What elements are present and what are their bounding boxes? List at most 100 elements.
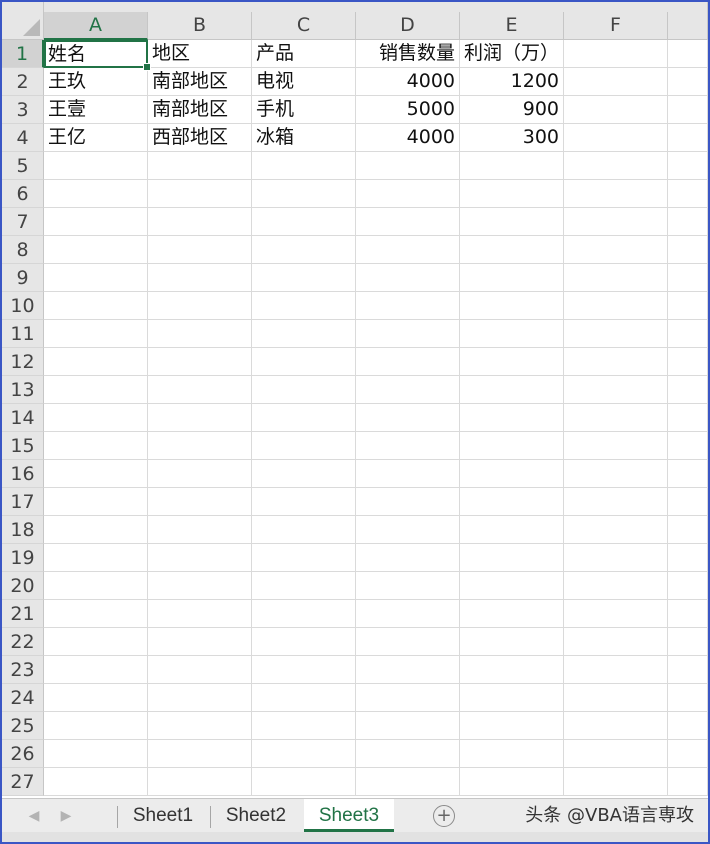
cell-e17[interactable] bbox=[460, 488, 564, 516]
tab-scroll-left-icon[interactable]: ◀ bbox=[24, 805, 44, 827]
cell-b9[interactable] bbox=[148, 264, 252, 292]
cell-b18[interactable] bbox=[148, 516, 252, 544]
cell-b7[interactable] bbox=[148, 208, 252, 236]
cell-d26[interactable] bbox=[356, 740, 460, 768]
row-header-27[interactable]: 27 bbox=[2, 768, 44, 796]
cell-f13[interactable] bbox=[564, 376, 668, 404]
cell-b14[interactable] bbox=[148, 404, 252, 432]
cell-f11[interactable] bbox=[564, 320, 668, 348]
cell-e18[interactable] bbox=[460, 516, 564, 544]
cell-c20[interactable] bbox=[252, 572, 356, 600]
cell-d2[interactable]: 4000 bbox=[356, 68, 460, 96]
cell-c5[interactable] bbox=[252, 152, 356, 180]
cell-a7[interactable] bbox=[44, 208, 148, 236]
cell-e12[interactable] bbox=[460, 348, 564, 376]
cell-f15[interactable] bbox=[564, 432, 668, 460]
row-header-23[interactable]: 23 bbox=[2, 656, 44, 684]
cell-e14[interactable] bbox=[460, 404, 564, 432]
row-header-19[interactable]: 19 bbox=[2, 544, 44, 572]
cell-b3[interactable]: 南部地区 bbox=[148, 96, 252, 124]
cell-a13[interactable] bbox=[44, 376, 148, 404]
cell-d18[interactable] bbox=[356, 516, 460, 544]
cell-a16[interactable] bbox=[44, 460, 148, 488]
cell-f18[interactable] bbox=[564, 516, 668, 544]
row-header-18[interactable]: 18 bbox=[2, 516, 44, 544]
cell-d25[interactable] bbox=[356, 712, 460, 740]
cell-d24[interactable] bbox=[356, 684, 460, 712]
cell-e1[interactable]: 利润（万） bbox=[460, 40, 564, 68]
cell-f21[interactable] bbox=[564, 600, 668, 628]
tab-scroll-right-icon[interactable]: ▶ bbox=[56, 805, 76, 827]
tab-sheet3[interactable]: Sheet3 bbox=[304, 799, 394, 832]
cell-f9[interactable] bbox=[564, 264, 668, 292]
cell-b8[interactable] bbox=[148, 236, 252, 264]
cell-f23[interactable] bbox=[564, 656, 668, 684]
column-header-f[interactable]: F bbox=[564, 12, 668, 40]
fill-handle[interactable] bbox=[143, 63, 151, 71]
cell-d5[interactable] bbox=[356, 152, 460, 180]
cell-d21[interactable] bbox=[356, 600, 460, 628]
cell-e23[interactable] bbox=[460, 656, 564, 684]
cell-a26[interactable] bbox=[44, 740, 148, 768]
cell-d10[interactable] bbox=[356, 292, 460, 320]
cell-d16[interactable] bbox=[356, 460, 460, 488]
cell-b19[interactable] bbox=[148, 544, 252, 572]
cell-d17[interactable] bbox=[356, 488, 460, 516]
row-header-6[interactable]: 6 bbox=[2, 180, 44, 208]
cell-f6[interactable] bbox=[564, 180, 668, 208]
cell-b22[interactable] bbox=[148, 628, 252, 656]
cell-a20[interactable] bbox=[44, 572, 148, 600]
cell-e20[interactable] bbox=[460, 572, 564, 600]
cell-b15[interactable] bbox=[148, 432, 252, 460]
cell-c8[interactable] bbox=[252, 236, 356, 264]
cell-d27[interactable] bbox=[356, 768, 460, 796]
cell-f2[interactable] bbox=[564, 68, 668, 96]
cell-a10[interactable] bbox=[44, 292, 148, 320]
cell-a6[interactable] bbox=[44, 180, 148, 208]
cell-e8[interactable] bbox=[460, 236, 564, 264]
cell-b24[interactable] bbox=[148, 684, 252, 712]
cell-d11[interactable] bbox=[356, 320, 460, 348]
cell-b16[interactable] bbox=[148, 460, 252, 488]
cell-c1[interactable]: 产品 bbox=[252, 40, 356, 68]
row-header-14[interactable]: 14 bbox=[2, 404, 44, 432]
cell-e16[interactable] bbox=[460, 460, 564, 488]
cell-c21[interactable] bbox=[252, 600, 356, 628]
row-header-24[interactable]: 24 bbox=[2, 684, 44, 712]
cell-d1[interactable]: 销售数量 bbox=[356, 40, 460, 68]
row-header-12[interactable]: 12 bbox=[2, 348, 44, 376]
cell-a2[interactable]: 王玖 bbox=[44, 68, 148, 96]
cell-d23[interactable] bbox=[356, 656, 460, 684]
row-header-13[interactable]: 13 bbox=[2, 376, 44, 404]
cell-c14[interactable] bbox=[252, 404, 356, 432]
cell-b17[interactable] bbox=[148, 488, 252, 516]
column-header-e[interactable]: E bbox=[460, 12, 564, 40]
cell-e11[interactable] bbox=[460, 320, 564, 348]
cell-d12[interactable] bbox=[356, 348, 460, 376]
cell-b6[interactable] bbox=[148, 180, 252, 208]
cell-a15[interactable] bbox=[44, 432, 148, 460]
row-header-15[interactable]: 15 bbox=[2, 432, 44, 460]
cell-b1[interactable]: 地区 bbox=[148, 40, 252, 68]
cell-c10[interactable] bbox=[252, 292, 356, 320]
cell-b5[interactable] bbox=[148, 152, 252, 180]
cell-a4[interactable]: 王亿 bbox=[44, 124, 148, 152]
cell-c16[interactable] bbox=[252, 460, 356, 488]
row-header-21[interactable]: 21 bbox=[2, 600, 44, 628]
cell-f27[interactable] bbox=[564, 768, 668, 796]
row-header-8[interactable]: 8 bbox=[2, 236, 44, 264]
cell-d3[interactable]: 5000 bbox=[356, 96, 460, 124]
cell-c15[interactable] bbox=[252, 432, 356, 460]
row-header-16[interactable]: 16 bbox=[2, 460, 44, 488]
cell-b21[interactable] bbox=[148, 600, 252, 628]
cell-f16[interactable] bbox=[564, 460, 668, 488]
cell-f26[interactable] bbox=[564, 740, 668, 768]
cell-b13[interactable] bbox=[148, 376, 252, 404]
cell-d13[interactable] bbox=[356, 376, 460, 404]
cell-b27[interactable] bbox=[148, 768, 252, 796]
cell-b25[interactable] bbox=[148, 712, 252, 740]
cell-a1[interactable]: 姓名 bbox=[44, 40, 148, 68]
cell-c19[interactable] bbox=[252, 544, 356, 572]
cell-c12[interactable] bbox=[252, 348, 356, 376]
row-header-26[interactable]: 26 bbox=[2, 740, 44, 768]
